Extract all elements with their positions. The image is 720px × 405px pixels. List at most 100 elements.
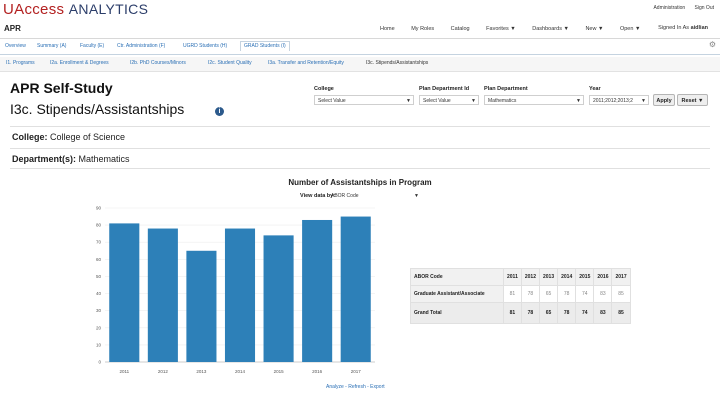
pivot-cell: 85	[611, 302, 631, 324]
divider	[10, 148, 710, 149]
nav-my-roles[interactable]: My Roles	[411, 26, 434, 32]
subtab-student-quality[interactable]: I2c. Student Quality	[208, 60, 252, 66]
year-filter-select[interactable]: 2011;2012;2013;2 ▼	[589, 95, 649, 105]
college-filter-label: College	[314, 86, 334, 92]
nav-dashboards[interactable]: Dashboards ▼	[532, 26, 569, 32]
sign-out-link[interactable]: Sign Out	[695, 5, 714, 11]
reset-button[interactable]: Reset ▼	[677, 94, 708, 106]
tab-grad-students[interactable]: GRAD Students (I)	[240, 41, 290, 51]
pivot-year-header: 2015	[575, 268, 595, 286]
top-links: Administration Sign Out	[645, 5, 714, 11]
y-tick-label: 40	[96, 291, 102, 296]
pivot-cell: 81	[503, 302, 522, 324]
top-bar: UAccess ANALYTICS Administration Sign Ou…	[0, 0, 720, 20]
bar[interactable]	[263, 235, 294, 362]
pivot-header-row: ABOR Code 2011 2012 2013 2014 2015 2016 …	[410, 268, 631, 286]
tab-faculty[interactable]: Faculty (E)	[80, 43, 104, 49]
y-tick-label: 30	[96, 308, 102, 313]
pivot-cell: 74	[575, 285, 595, 303]
tab-summary[interactable]: Summary (A)	[37, 43, 66, 49]
page-subtabs: I1. Programs I2a. Enrollment & Degrees I…	[0, 57, 720, 72]
y-tick-label: 0	[98, 360, 101, 365]
y-tick-label: 20	[96, 325, 102, 330]
tab-overview[interactable]: Overview	[5, 43, 26, 49]
y-tick-label: 50	[96, 274, 102, 279]
nav-home[interactable]: Home	[380, 26, 395, 32]
x-tick-label: 2011	[119, 369, 129, 374]
y-tick-label: 80	[96, 223, 102, 228]
subtab-enrollment-degrees[interactable]: I2a. Enrollment & Degrees	[50, 60, 109, 66]
plan-dept-id-select[interactable]: Select Value ▼	[419, 95, 479, 105]
subtab-transfer-retention[interactable]: I3a. Transfer and Retention/Equity	[268, 60, 344, 66]
view-by-label: View data by:	[300, 193, 336, 199]
bar-chart: 0 10 20 30 40 50 60 70 80 90 2011 2012 2013 2014 2015 2…	[96, 206, 375, 374]
plan-dept-label: Plan Department	[484, 86, 528, 92]
y-tick-label: 70	[96, 240, 102, 245]
chevron-down-icon: ▼	[471, 98, 476, 104]
pivot-cell: 78	[520, 302, 540, 324]
apply-button[interactable]: Apply	[653, 94, 675, 106]
pivot-cell: 78	[557, 302, 577, 324]
college-context: College: College of Science	[12, 132, 126, 142]
y-tick-label: 10	[96, 342, 102, 347]
administration-link[interactable]: Administration	[653, 5, 685, 11]
pivot-year-header: 2014	[557, 268, 577, 286]
app-name: APR	[4, 24, 21, 33]
bar[interactable]	[224, 228, 256, 362]
nav-favorites[interactable]: Favorites ▼	[486, 26, 516, 32]
pivot-cell: 65	[538, 285, 559, 303]
global-nav: Home My Roles Catalog Favorites ▼ Dashbo…	[380, 26, 655, 32]
page-title: APR Self-Study	[10, 80, 113, 96]
analyze-refresh-export-links[interactable]: Analyze - Refresh - Export	[326, 384, 385, 390]
chevron-down-icon: ▼	[406, 98, 411, 104]
view-by-select[interactable]: ABOR Code ▼	[331, 192, 419, 201]
pivot-row-label: Graduate Assistant/Associate	[410, 285, 504, 303]
plan-dept-select[interactable]: Mathematics ▼	[484, 95, 584, 105]
grand-total-row: Grand Total 81 78 65 78 74 83 85	[410, 302, 631, 324]
tab-ctr-administration[interactable]: Ctr. Administration (F)	[117, 43, 165, 49]
nav-new[interactable]: New ▼	[585, 26, 603, 32]
app-header: APR Home My Roles Catalog Favorites ▼ Da…	[0, 20, 720, 39]
department-context: Department(s): Mathematics	[12, 154, 130, 164]
y-tick-label: 90	[96, 206, 102, 211]
subtab-stipends[interactable]: I3c. Stipends/Assistantships	[366, 60, 428, 66]
pivot-year-header: 2016	[593, 268, 613, 286]
tab-ugrd-students[interactable]: UGRD Students (H)	[183, 43, 227, 49]
pivot-year-header: 2011	[503, 268, 522, 286]
pivot-cell: 74	[575, 302, 595, 324]
nav-open[interactable]: Open ▼	[620, 26, 640, 32]
chevron-down-icon: ▼	[641, 98, 646, 104]
bar[interactable]	[302, 219, 333, 362]
pivot-year-header: 2012	[520, 268, 540, 286]
gear-icon[interactable]: ⚙	[709, 40, 716, 49]
x-tick-label: 2013	[196, 369, 207, 374]
plan-dept-id-label: Plan Department Id	[419, 86, 470, 92]
signed-in-as[interactable]: Signed In As aidlian	[658, 25, 708, 31]
divider	[10, 126, 710, 127]
pivot-year-header: 2017	[611, 268, 631, 286]
subtab-programs[interactable]: I1. Programs	[6, 60, 35, 66]
pivot-year-header: 2013	[538, 268, 559, 286]
username: aidlian	[690, 25, 708, 31]
pivot-cell: 81	[503, 285, 522, 303]
subtab-phd-courses[interactable]: I2b. PhD Courses/Minors	[130, 60, 186, 66]
pivot-cell: 85	[611, 285, 631, 303]
pivot-header-abor-code: ABOR Code	[410, 268, 504, 286]
pivot-cell: 65	[538, 302, 559, 324]
college-filter-select[interactable]: Select Value ▼	[314, 95, 414, 105]
page-subtitle: I3c. Stipends/Assistantships	[10, 101, 185, 117]
chevron-down-icon: ▼	[576, 98, 581, 104]
x-tick-label: 2014	[235, 369, 246, 374]
info-icon[interactable]: i	[215, 107, 224, 116]
year-filter-label: Year	[589, 86, 601, 92]
nav-catalog[interactable]: Catalog	[451, 26, 470, 32]
chart-title: Number of Assistantships in Program	[288, 178, 432, 187]
bar[interactable]	[109, 223, 140, 362]
pivot-cell: 78	[520, 285, 540, 303]
x-tick-label: 2016	[312, 369, 323, 374]
bar[interactable]	[186, 250, 217, 362]
dashboard-tabs: Overview Summary (A) Faculty (E) Ctr. Ad…	[0, 40, 720, 55]
bar[interactable]	[340, 216, 371, 362]
bar[interactable]	[147, 228, 178, 362]
uaccess-logo: UAccess ANALYTICS	[3, 1, 149, 18]
